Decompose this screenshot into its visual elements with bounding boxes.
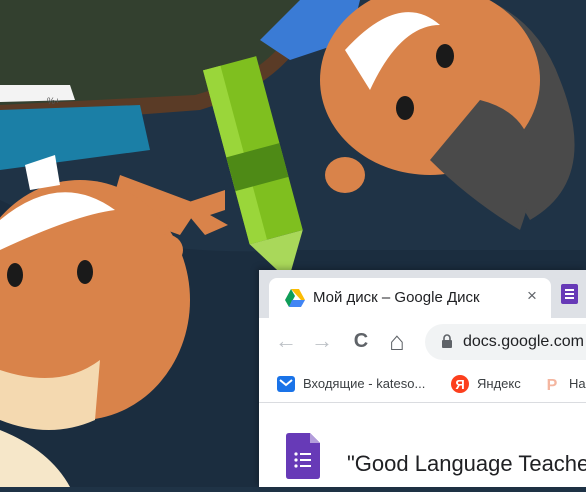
browser-toolbar: ← → C ⌂ docs.google.com <box>259 318 586 366</box>
tab-title: Мой диск – Google Диск <box>313 289 480 306</box>
bookmark-inbox[interactable]: Входящие - kateso... <box>277 373 447 395</box>
forward-button[interactable]: → <box>309 328 335 354</box>
bookmark-label: Входящие - kateso... <box>303 376 426 391</box>
pinterest-icon: P <box>547 377 558 393</box>
bookmarks-bar: Входящие - kateso... Я Яндекс P На <box>259 366 586 403</box>
address-bar[interactable]: docs.google.com <box>425 324 586 360</box>
close-icon[interactable]: × <box>527 286 537 306</box>
home-button[interactable]: ⌂ <box>384 328 410 354</box>
bookmark-label: На <box>569 376 586 391</box>
yandex-icon: Я <box>451 375 469 393</box>
svg-text:Я: Я <box>455 377 464 392</box>
tab-google-drive[interactable]: Мой диск – Google Диск × <box>269 278 551 318</box>
bookmark-label: Яндекс <box>477 376 521 391</box>
google-forms-icon[interactable] <box>286 433 320 479</box>
tab-strip: Мой диск – Google Диск × <box>259 270 586 318</box>
bookmark-yandex[interactable]: Я Яндекс <box>451 373 531 395</box>
notebook-text: %+ <box>47 96 60 106</box>
google-forms-icon[interactable] <box>561 284 578 304</box>
page-content: "Good Language Teacher <box>259 403 586 487</box>
lock-icon <box>442 334 452 348</box>
google-drive-icon <box>285 289 305 307</box>
svg-text:P: P <box>547 377 558 393</box>
document-title[interactable]: "Good Language Teacher <box>347 451 586 477</box>
back-button[interactable]: ← <box>273 328 299 354</box>
browser-window: Мой диск – Google Диск × ← → C ⌂ docs.go… <box>259 270 586 487</box>
url-text: docs.google.com <box>463 333 584 350</box>
mail-icon <box>277 376 295 392</box>
reload-button[interactable]: C <box>348 328 374 354</box>
bookmark-pinterest[interactable]: P На <box>543 373 586 395</box>
notebook <box>0 85 75 102</box>
